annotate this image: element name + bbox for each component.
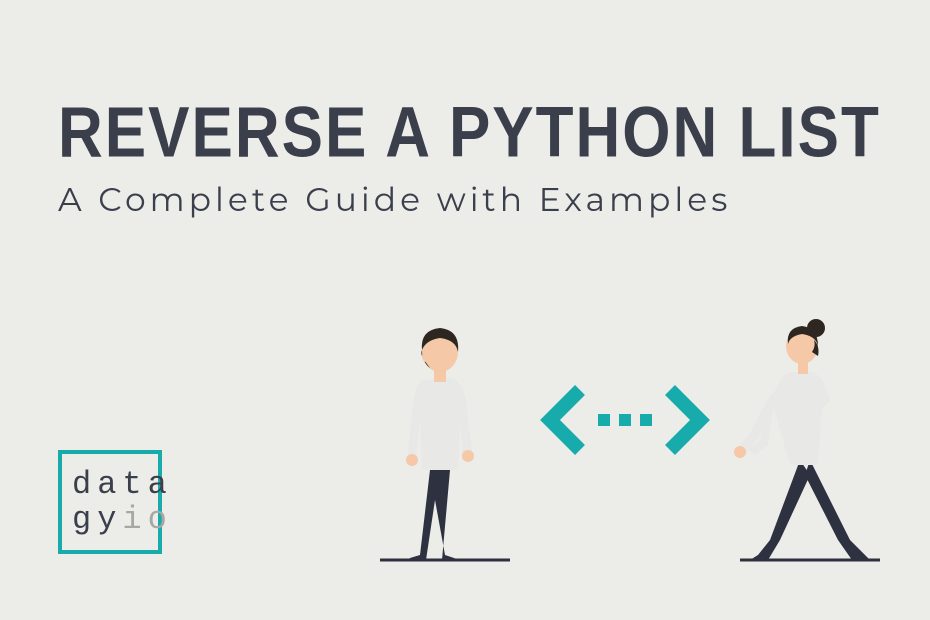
swap-arrows-icon	[550, 390, 700, 450]
page-title: REVERSE A PYTHON LIST	[58, 92, 881, 174]
hero-illustration	[360, 300, 890, 580]
logo-text-line2: gyio	[72, 502, 173, 537]
page-subtitle: A Complete Guide with Examples	[58, 180, 731, 220]
person-left-icon	[380, 328, 510, 560]
logo-io: io	[122, 501, 172, 538]
person-right-icon	[734, 319, 880, 560]
datagy-logo: data gyio	[58, 450, 162, 554]
logo-text-line1: data	[72, 467, 173, 502]
logo-gy: gy	[72, 501, 122, 538]
